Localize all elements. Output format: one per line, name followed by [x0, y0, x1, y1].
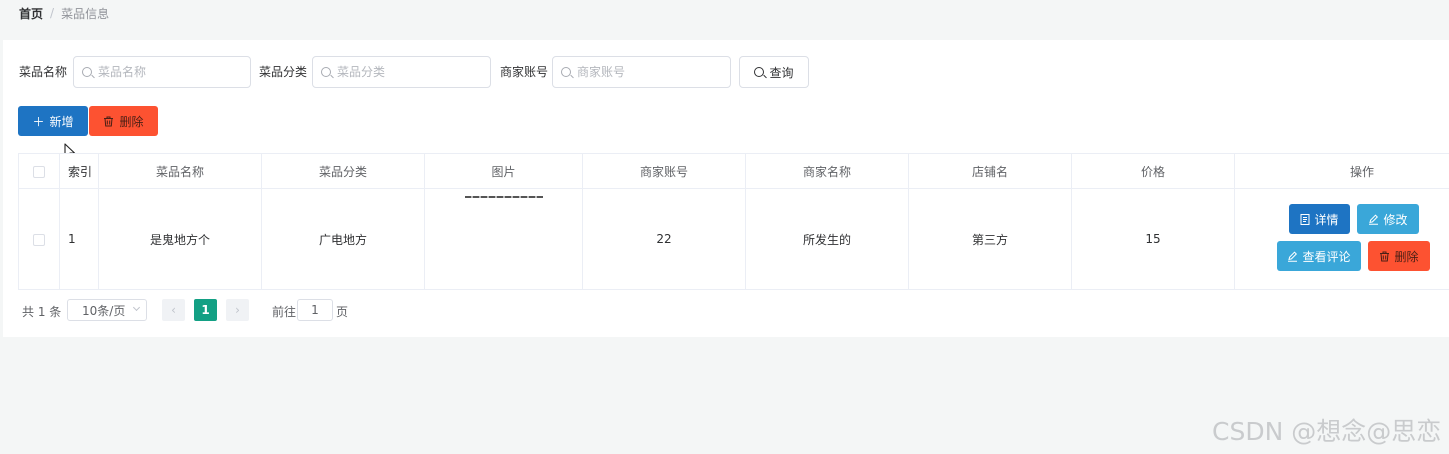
edit-icon [1288, 250, 1298, 262]
query-button-label: 查询 [769, 65, 794, 80]
merchant-name-cell: 所发生的 [745, 188, 909, 290]
trash-icon [1380, 251, 1390, 261]
edit-button[interactable]: 修改 [1357, 204, 1419, 234]
batch-delete-button[interactable]: 删除 [89, 106, 158, 136]
column-header: 操作 [1234, 153, 1449, 189]
dish-image-cell [424, 188, 583, 290]
column-header: 索引 [59, 153, 99, 189]
pagination-total: 共 1 条 [22, 305, 62, 319]
column-header: 商家账号 [582, 153, 746, 189]
search-icon [82, 67, 92, 77]
row-delete-button[interactable]: 删除 [1368, 241, 1430, 271]
shop-name-cell: 第三方 [908, 188, 1072, 290]
dish-name-cell: 是鬼地方个 [98, 188, 262, 290]
batch-delete-label: 删除 [119, 114, 144, 129]
detail-button-label: 详情 [1314, 212, 1339, 227]
edit-button-label: 修改 [1383, 212, 1408, 227]
dish-category-input[interactable] [337, 65, 477, 79]
row-index: 1 [59, 188, 99, 290]
dish-category-label: 菜品分类 [259, 65, 308, 79]
add-button[interactable]: ＋ 新增 [18, 106, 88, 136]
dish-category-cell: 广电地方 [261, 188, 425, 290]
dish-name-input[interactable] [98, 65, 238, 79]
page-number-current[interactable]: 1 [194, 299, 217, 321]
add-button-label: 新增 [49, 114, 74, 129]
table-row: 1 是鬼地方个 广电地方 22 所发生的 第三方 15 详情 修改 查看评论 删… [18, 188, 1449, 290]
watermark: CSDN @想念@思恋 [1212, 417, 1442, 446]
search-icon [754, 67, 765, 77]
select-all-checkbox[interactable] [33, 165, 45, 178]
breadcrumb-home[interactable]: 首页 [19, 5, 43, 22]
price-cell: 15 [1071, 188, 1235, 290]
document-icon [1300, 213, 1310, 225]
row-select-cell [18, 188, 60, 290]
dish-name-field[interactable] [73, 56, 251, 88]
goto-prefix: 前往 [272, 305, 297, 319]
column-header: 价格 [1071, 153, 1235, 189]
dish-table: 索引 菜品名称 菜品分类 图片 商家账号 商家名称 店铺名 价格 操作 1 是鬼… [18, 153, 1449, 290]
column-header: 菜品名称 [98, 153, 262, 189]
chevron-right-icon: › [235, 303, 240, 317]
merchant-account-input[interactable] [577, 65, 717, 79]
actions-cell: 详情 修改 查看评论 删除 [1234, 188, 1449, 290]
edit-icon [1369, 213, 1379, 225]
view-comments-label: 查看评论 [1302, 249, 1351, 264]
goto-page-input[interactable] [297, 299, 333, 321]
goto-suffix: 页 [336, 305, 349, 319]
table-header-row: 索引 菜品名称 菜品分类 图片 商家账号 商家名称 店铺名 价格 操作 [18, 153, 1449, 189]
merchant-account-cell: 22 [582, 188, 746, 290]
search-icon [561, 67, 571, 77]
column-header: 菜品分类 [261, 153, 425, 189]
dish-image [465, 196, 543, 198]
dish-name-label: 菜品名称 [19, 65, 68, 79]
trash-icon [104, 116, 114, 126]
merchant-account-label: 商家账号 [500, 65, 549, 79]
breadcrumb: 首页 / 菜品信息 [19, 5, 109, 21]
chevron-left-icon: ‹ [171, 303, 176, 317]
dish-category-field[interactable] [312, 56, 491, 88]
chevron-down-icon [132, 303, 141, 312]
column-header: 图片 [424, 153, 583, 189]
next-page-button[interactable]: › [226, 299, 249, 321]
row-delete-label: 删除 [1394, 249, 1419, 264]
search-icon [321, 67, 331, 77]
page-size-select[interactable]: 10条/页 [67, 299, 147, 321]
merchant-account-field[interactable] [552, 56, 731, 88]
detail-button[interactable]: 详情 [1289, 204, 1350, 234]
view-comments-button[interactable]: 查看评论 [1277, 241, 1361, 271]
query-button[interactable]: 查询 [739, 56, 809, 88]
column-header: 商家名称 [745, 153, 909, 189]
column-header: 店铺名 [908, 153, 1072, 189]
breadcrumb-current: 菜品信息 [61, 6, 110, 21]
breadcrumb-separator: / [50, 6, 55, 20]
select-all-cell [18, 153, 60, 189]
prev-page-button[interactable]: ‹ [162, 299, 185, 321]
row-checkbox[interactable] [33, 233, 45, 246]
plus-icon: ＋ [32, 114, 45, 129]
page-size-value: 10条/页 [82, 303, 126, 318]
